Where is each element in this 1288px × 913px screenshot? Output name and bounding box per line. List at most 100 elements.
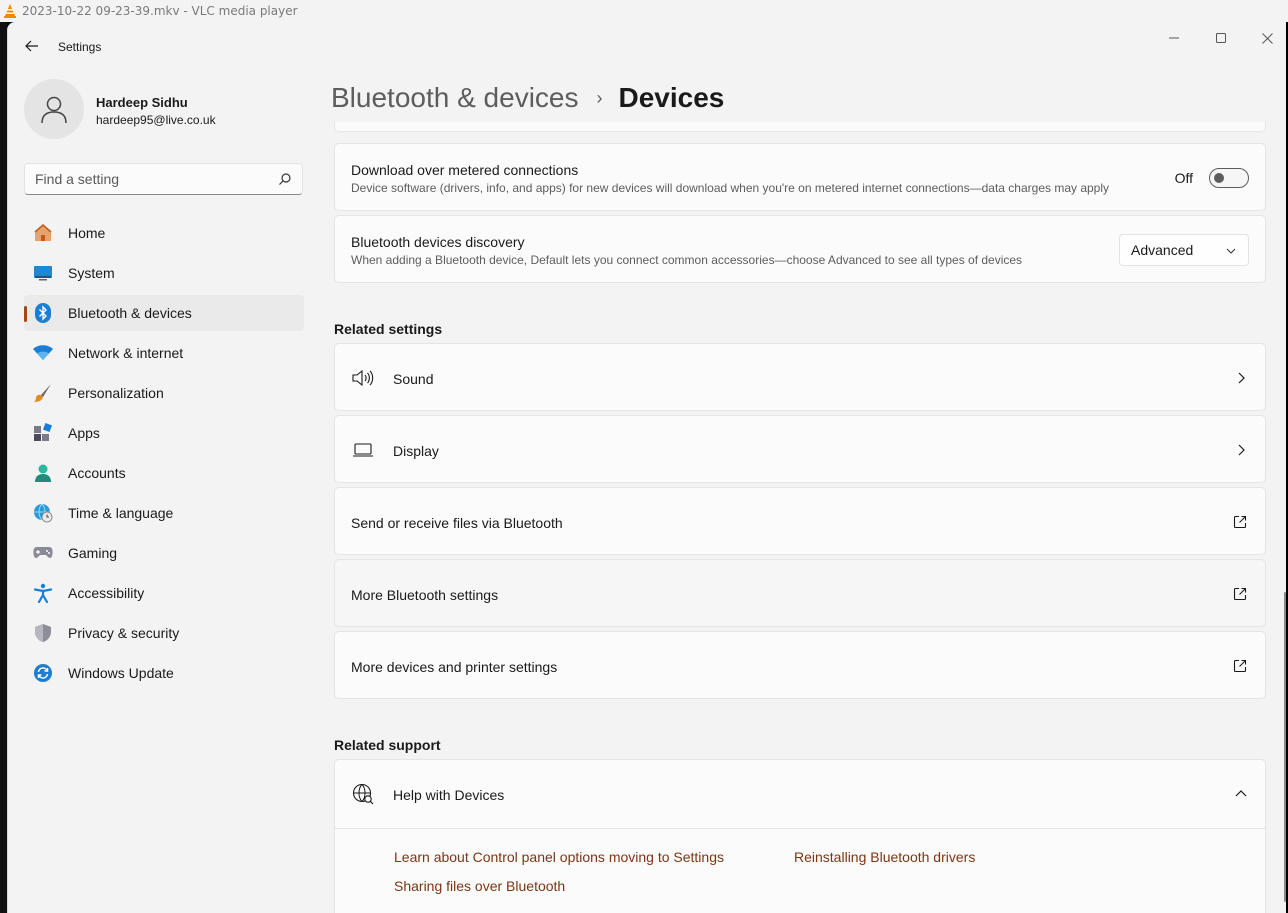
related-item-more-devices-printers[interactable]: More devices and printer settings bbox=[334, 631, 1266, 699]
gamepad-icon bbox=[32, 542, 54, 564]
external-link-icon bbox=[1233, 587, 1247, 601]
discovery-card: Bluetooth devices discovery When adding … bbox=[334, 215, 1266, 283]
home-icon bbox=[32, 222, 54, 244]
related-item-label: Display bbox=[393, 443, 439, 459]
help-link-sharing-files[interactable]: Sharing files over Bluetooth bbox=[394, 878, 565, 894]
search-box[interactable] bbox=[24, 163, 303, 195]
help-link-control-panel[interactable]: Learn about Control panel options moving… bbox=[394, 849, 724, 865]
app-title: Settings bbox=[58, 40, 102, 54]
background-window-edge bbox=[0, 22, 7, 913]
close-button[interactable] bbox=[1251, 28, 1283, 48]
settings-window: Settings Hardeep Sidhu hardeep95@live.co… bbox=[7, 22, 1286, 913]
sidebar-item-label: Gaming bbox=[68, 545, 118, 561]
globe-search-icon bbox=[351, 782, 375, 806]
sidebar-item-label: Accounts bbox=[68, 465, 126, 481]
user-profile[interactable]: Hardeep Sidhu hardeep95@live.co.uk bbox=[24, 79, 304, 141]
sidebar-item-label: Time & language bbox=[68, 505, 174, 521]
sidebar-item-label: Home bbox=[68, 225, 106, 241]
sidebar-item-accounts[interactable]: Accounts bbox=[24, 455, 304, 491]
related-item-label: More devices and printer settings bbox=[351, 659, 558, 675]
shield-icon bbox=[32, 622, 54, 644]
maximize-icon bbox=[1216, 33, 1226, 43]
related-item-more-bluetooth-settings[interactable]: More Bluetooth settings bbox=[334, 559, 1266, 627]
brush-icon bbox=[32, 382, 54, 404]
close-icon bbox=[1261, 32, 1273, 44]
globe-clock-icon bbox=[32, 502, 54, 524]
related-item-display[interactable]: Display bbox=[334, 415, 1266, 483]
sidebar-item-bluetooth-devices[interactable]: Bluetooth & devices bbox=[24, 295, 304, 331]
breadcrumb-separator: › bbox=[596, 87, 603, 108]
sidebar-item-label: Personalization bbox=[68, 385, 164, 401]
sidebar-item-label: Privacy & security bbox=[68, 625, 180, 641]
help-link-reinstall-drivers[interactable]: Reinstalling Bluetooth drivers bbox=[794, 849, 975, 865]
metered-title: Download over metered connections bbox=[351, 162, 579, 178]
sidebar-item-label: Bluetooth & devices bbox=[68, 305, 192, 321]
chevron-up-icon bbox=[1235, 790, 1247, 797]
bluetooth-icon bbox=[32, 302, 54, 324]
discovery-description: When adding a Bluetooth device, Default … bbox=[351, 253, 1023, 267]
metered-toggle-state: Off bbox=[1174, 170, 1193, 186]
page-title: Devices bbox=[618, 82, 725, 113]
avatar bbox=[24, 79, 84, 139]
sidebar-nav: Home System Bluetooth & devices Network … bbox=[24, 215, 304, 695]
background-window-titlebar: 2023-10-22 09-23-39.mkv - VLC media play… bbox=[0, 0, 1288, 22]
previous-setting-card bbox=[334, 122, 1266, 132]
background-window-title: 2023-10-22 09-23-39.mkv - VLC media play… bbox=[22, 4, 298, 18]
metered-description: Device software (drivers, info, and apps… bbox=[351, 181, 1110, 195]
wifi-icon bbox=[32, 342, 54, 364]
metered-toggle[interactable] bbox=[1209, 168, 1249, 188]
system-icon bbox=[32, 262, 54, 284]
sidebar-item-apps[interactable]: Apps bbox=[24, 415, 304, 451]
update-icon bbox=[32, 662, 54, 684]
minimize-icon bbox=[1169, 37, 1179, 39]
sidebar-item-personalization[interactable]: Personalization bbox=[24, 375, 304, 411]
sidebar-item-accessibility[interactable]: Accessibility bbox=[24, 575, 304, 611]
metered-connections-card: Download over metered connections Device… bbox=[334, 143, 1266, 211]
related-settings-heading: Related settings bbox=[334, 321, 443, 337]
chevron-right-icon bbox=[1238, 372, 1245, 384]
maximize-button[interactable] bbox=[1205, 28, 1237, 48]
accessibility-icon bbox=[32, 582, 54, 604]
accounts-icon bbox=[32, 462, 54, 484]
chevron-down-icon bbox=[1226, 248, 1236, 254]
sidebar-item-label: Accessibility bbox=[68, 585, 145, 601]
help-title: Help with Devices bbox=[393, 787, 505, 803]
search-icon[interactable] bbox=[278, 172, 292, 186]
external-link-icon bbox=[1233, 659, 1247, 673]
sidebar-item-gaming[interactable]: Gaming bbox=[24, 535, 304, 571]
laptop-icon bbox=[351, 438, 375, 462]
sidebar-item-label: Network & internet bbox=[68, 345, 184, 361]
help-with-devices-card: Help with Devices Learn about Control pa… bbox=[334, 759, 1266, 913]
discovery-selected-value: Advanced bbox=[1131, 242, 1194, 258]
apps-icon bbox=[32, 422, 54, 444]
related-item-label: More Bluetooth settings bbox=[351, 587, 499, 603]
back-button[interactable] bbox=[22, 36, 42, 56]
chevron-right-icon bbox=[1238, 444, 1245, 456]
user-email: hardeep95@live.co.uk bbox=[96, 113, 216, 127]
discovery-dropdown[interactable]: Advanced bbox=[1119, 234, 1249, 266]
related-item-label: Send or receive files via Bluetooth bbox=[351, 515, 563, 531]
sidebar-item-label: Windows Update bbox=[68, 665, 174, 681]
related-item-sound[interactable]: Sound bbox=[334, 343, 1266, 411]
sidebar-item-time-language[interactable]: Time & language bbox=[24, 495, 304, 531]
minimize-button[interactable] bbox=[1158, 28, 1190, 48]
user-name: Hardeep Sidhu bbox=[96, 95, 188, 110]
related-support-heading: Related support bbox=[334, 737, 441, 753]
sidebar-item-windows-update[interactable]: Windows Update bbox=[24, 655, 304, 691]
related-item-send-receive-files[interactable]: Send or receive files via Bluetooth bbox=[334, 487, 1266, 555]
sidebar-item-privacy-security[interactable]: Privacy & security bbox=[24, 615, 304, 651]
title-bar: Settings bbox=[8, 22, 1286, 70]
back-arrow-icon bbox=[25, 40, 38, 52]
search-input[interactable] bbox=[35, 171, 265, 187]
sidebar-item-network[interactable]: Network & internet bbox=[24, 335, 304, 371]
breadcrumb-parent[interactable]: Bluetooth & devices bbox=[331, 82, 579, 114]
sidebar-item-label: System bbox=[68, 265, 115, 281]
vlc-cone-icon bbox=[4, 4, 16, 18]
external-link-icon bbox=[1233, 515, 1247, 529]
person-icon bbox=[41, 96, 67, 124]
divider bbox=[335, 828, 1265, 829]
sidebar-item-system[interactable]: System bbox=[24, 255, 304, 291]
vertical-scrollbar[interactable] bbox=[1284, 592, 1286, 902]
sidebar-item-home[interactable]: Home bbox=[24, 215, 304, 251]
help-expander-header[interactable]: Help with Devices bbox=[335, 760, 1265, 828]
